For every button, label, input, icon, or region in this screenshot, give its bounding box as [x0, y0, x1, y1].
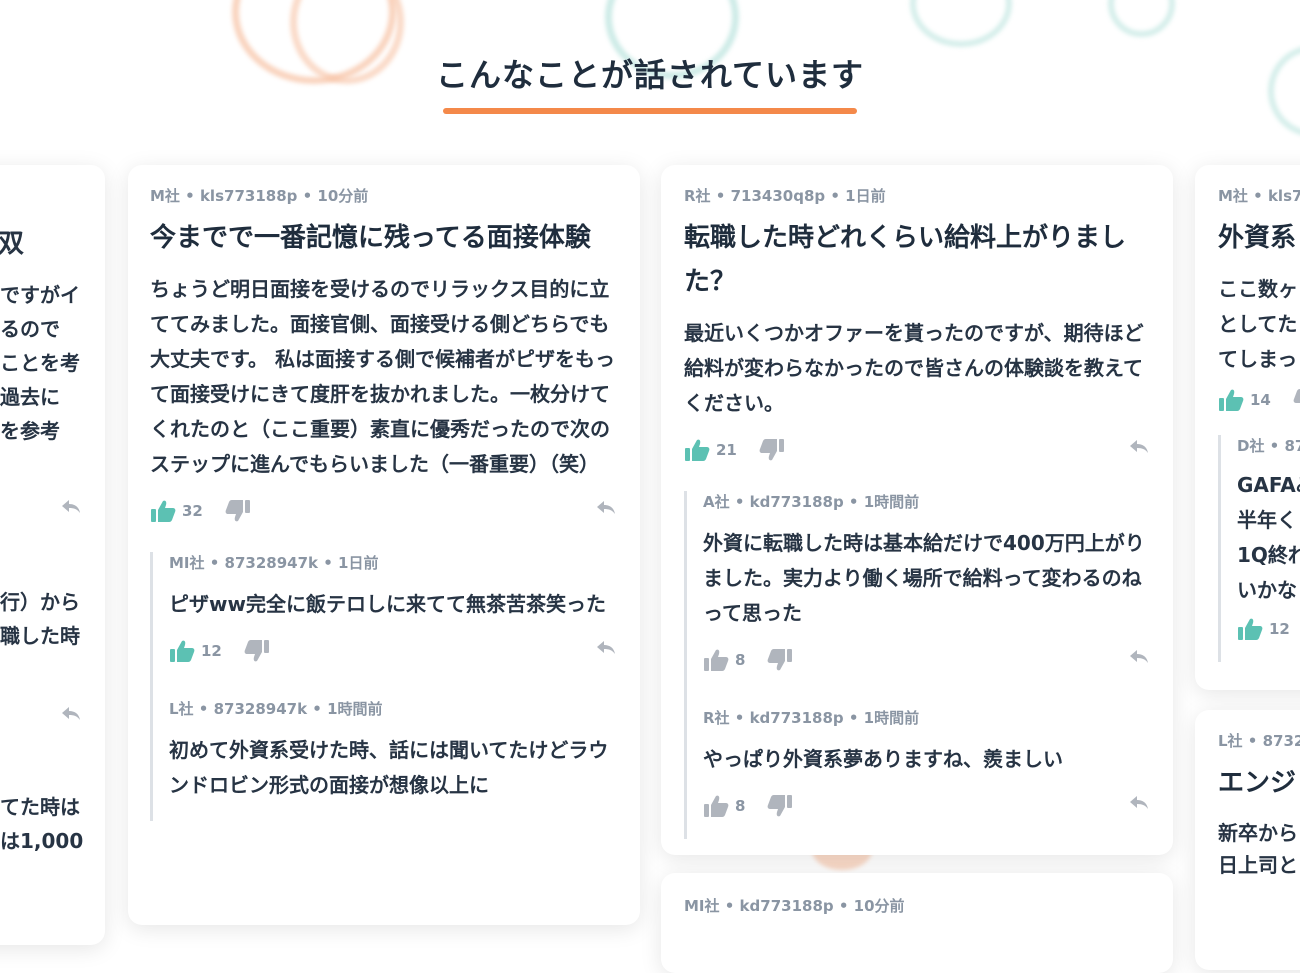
- title-underline: [443, 108, 857, 114]
- reply-actions: 12: [1237, 614, 1300, 644]
- like-button[interactable]: 32: [150, 499, 225, 523]
- post-actions: 21: [684, 435, 1149, 465]
- reply-meta: A社 • kd773188p • 1時間前: [703, 493, 920, 511]
- reply-actions: 8: [703, 645, 1149, 675]
- dislike-button[interactable]: [1293, 388, 1300, 412]
- reply-item: L社 • 87328947k • 1時間前 初めて外資系受けた時、話には聞いてた…: [169, 698, 616, 821]
- post-meta: M社 • kls773188p • 10分前: [150, 187, 369, 205]
- like-count: 12: [201, 642, 222, 660]
- reply-text: 行）から 職した時: [0, 590, 80, 648]
- reply-arrow-icon: [62, 500, 80, 513]
- post-meta: MI社 • kd773188p • 10分前: [684, 897, 905, 915]
- thumbs-down-icon: [768, 795, 793, 817]
- dislike-button[interactable]: [244, 639, 270, 663]
- like-button[interactable]: 12: [1237, 617, 1300, 641]
- post-title[interactable]: 外資系: [1218, 216, 1300, 260]
- reply-text: 外資に転職した時は基本給だけで400万円上がりました。実力より働く場所で給料って…: [703, 531, 1145, 625]
- thumbs-up-icon: [1219, 389, 1244, 411]
- post-actions: 32: [150, 496, 616, 526]
- dislike-button[interactable]: [225, 499, 251, 523]
- like-button[interactable]: 12: [169, 639, 244, 663]
- like-count: 21: [716, 441, 737, 459]
- post-body: ちょうど明日面接を受けるのでリラックス目的に立ててみました。面接官側、面接受ける…: [150, 277, 615, 476]
- like-button[interactable]: 14: [1218, 388, 1293, 412]
- like-button[interactable]: 8: [703, 794, 767, 818]
- reply-item: R社 • kd773188p • 1時間前 やっぱり外資系夢ありますね、羨ましい…: [703, 707, 1149, 839]
- post-actions: 14: [1218, 385, 1300, 415]
- thumbs-up-icon: [151, 500, 176, 522]
- discussion-card-partial-right[interactable]: M社 • kls77 外資系 ここ数ヶ としてた てしまっ 14 D社 • 87…: [1195, 165, 1300, 690]
- discussion-card[interactable]: M社 • kls773188p • 10分前 今までで一番記憶に残ってる面接体験…: [128, 165, 640, 925]
- reply-meta: MI社 • 87328947k • 1日前: [169, 554, 379, 572]
- reply-arrow-icon: [1130, 650, 1148, 663]
- thumbs-down-icon: [1293, 389, 1300, 403]
- reply-text: 初めて外資系受けた時、話には聞いてたけどラウンドロビン形式の面接が想像以上に: [169, 738, 609, 797]
- thumbs-up-icon: [685, 439, 710, 461]
- post-body: 新卒から 日上司と: [1218, 821, 1298, 877]
- thumbs-up-icon: [1238, 618, 1263, 640]
- thumbs-up-icon: [704, 795, 729, 817]
- thumbs-down-icon: [759, 439, 784, 461]
- like-button[interactable]: 8: [703, 648, 767, 672]
- reply-text: てた時は は1,000: [0, 795, 84, 853]
- discussion-card[interactable]: R社 • 713430q8p • 1日前 転職した時どれくらい給料上がりました？…: [661, 165, 1173, 855]
- reply-thread: A社 • kd773188p • 1時間前 外資に転職した時は基本給だけで400…: [684, 491, 1149, 839]
- reply-actions: 12: [169, 636, 616, 666]
- decorative-circle: [1108, 0, 1175, 37]
- thumbs-up-icon: [170, 640, 195, 662]
- card-body: ですがイ るので ことを考 過去に を参考: [0, 283, 80, 443]
- decorative-circle: [910, 0, 1012, 47]
- reply-button[interactable]: [1129, 649, 1149, 665]
- reply-arrow-icon: [1130, 796, 1148, 809]
- thumbs-up-icon: [704, 649, 729, 671]
- reply-item: A社 • kd773188p • 1時間前 外資に転職した時は基本給だけで400…: [703, 491, 1149, 693]
- reply-arrow-icon: [597, 501, 615, 514]
- reply-text: やっぱり外資系夢ありますね、羨ましい: [703, 747, 1063, 771]
- post-title[interactable]: 今までで一番記憶に残ってる面接体験: [150, 216, 616, 260]
- discussion-card-partial-left[interactable]: 双 ですがイ るので ことを考 過去に を参考 行）から 職した時 てた時は は…: [0, 165, 105, 945]
- thumbs-down-icon: [225, 500, 250, 522]
- reply-button[interactable]: [61, 499, 81, 515]
- reply-button[interactable]: [596, 500, 616, 516]
- like-count: 14: [1250, 391, 1271, 409]
- card-title: 双: [0, 229, 25, 259]
- reply-button[interactable]: [1129, 795, 1149, 811]
- like-count: 32: [182, 502, 203, 520]
- like-count: 12: [1269, 620, 1290, 638]
- thumbs-down-icon: [244, 640, 269, 662]
- reply-arrow-icon: [1130, 440, 1148, 453]
- post-body: 最近いくつかオファーを貰ったのですが、期待ほど給料が変わらなかったので皆さんの体…: [684, 321, 1144, 415]
- reply-meta: D社 • 87: [1237, 437, 1300, 455]
- like-count: 8: [735, 797, 746, 815]
- reply-thread: MI社 • 87328947k • 1日前 ピザww完全に飯テロしに来てて無茶苦…: [150, 552, 616, 821]
- page-title: こんなことが話されています: [435, 56, 865, 94]
- reply-actions: 8: [703, 791, 1149, 821]
- reply-arrow-icon: [597, 641, 615, 654]
- post-title[interactable]: 転職した時どれくらい給料上がりました？: [684, 216, 1149, 304]
- reply-button[interactable]: [596, 640, 616, 656]
- thumbs-down-icon: [768, 649, 793, 671]
- reply-meta: L社 • 87328947k • 1時間前: [169, 700, 383, 718]
- reply-meta: R社 • kd773188p • 1時間前: [703, 709, 920, 727]
- dislike-button[interactable]: [767, 648, 793, 672]
- like-button[interactable]: 21: [684, 438, 759, 462]
- reply-text: GAFAみ 半年く 1Q終れ いかな: [1237, 473, 1300, 602]
- discussion-card-partial-right[interactable]: L社 • 87328 エンジ 新卒から 日上司と: [1195, 710, 1300, 970]
- discussion-card[interactable]: MI社 • kd773188p • 10分前: [661, 873, 1173, 973]
- reply-text: ピザww完全に飯テロしに来てて無茶苦茶笑った: [169, 592, 606, 616]
- reply-button[interactable]: [1129, 439, 1149, 455]
- reply-thread: D社 • 87 GAFAみ 半年く 1Q終れ いかな 12: [1218, 435, 1300, 662]
- post-meta: L社 • 87328: [1218, 732, 1300, 750]
- like-count: 8: [735, 651, 746, 669]
- post-body: ここ数ヶ としてた てしまっ: [1218, 277, 1298, 371]
- reply-arrow-icon: [62, 707, 80, 720]
- reply-button[interactable]: [61, 706, 81, 722]
- post-meta: M社 • kls77: [1218, 187, 1300, 205]
- post-title[interactable]: エンジ: [1218, 761, 1300, 805]
- dislike-button[interactable]: [767, 794, 793, 818]
- reply-item: D社 • 87 GAFAみ 半年く 1Q終れ いかな 12: [1237, 435, 1300, 662]
- dislike-button[interactable]: [759, 438, 785, 462]
- post-meta: R社 • 713430q8p • 1日前: [684, 187, 886, 205]
- reply-item: MI社 • 87328947k • 1日前 ピザww完全に飯テロしに来てて無茶苦…: [169, 552, 616, 684]
